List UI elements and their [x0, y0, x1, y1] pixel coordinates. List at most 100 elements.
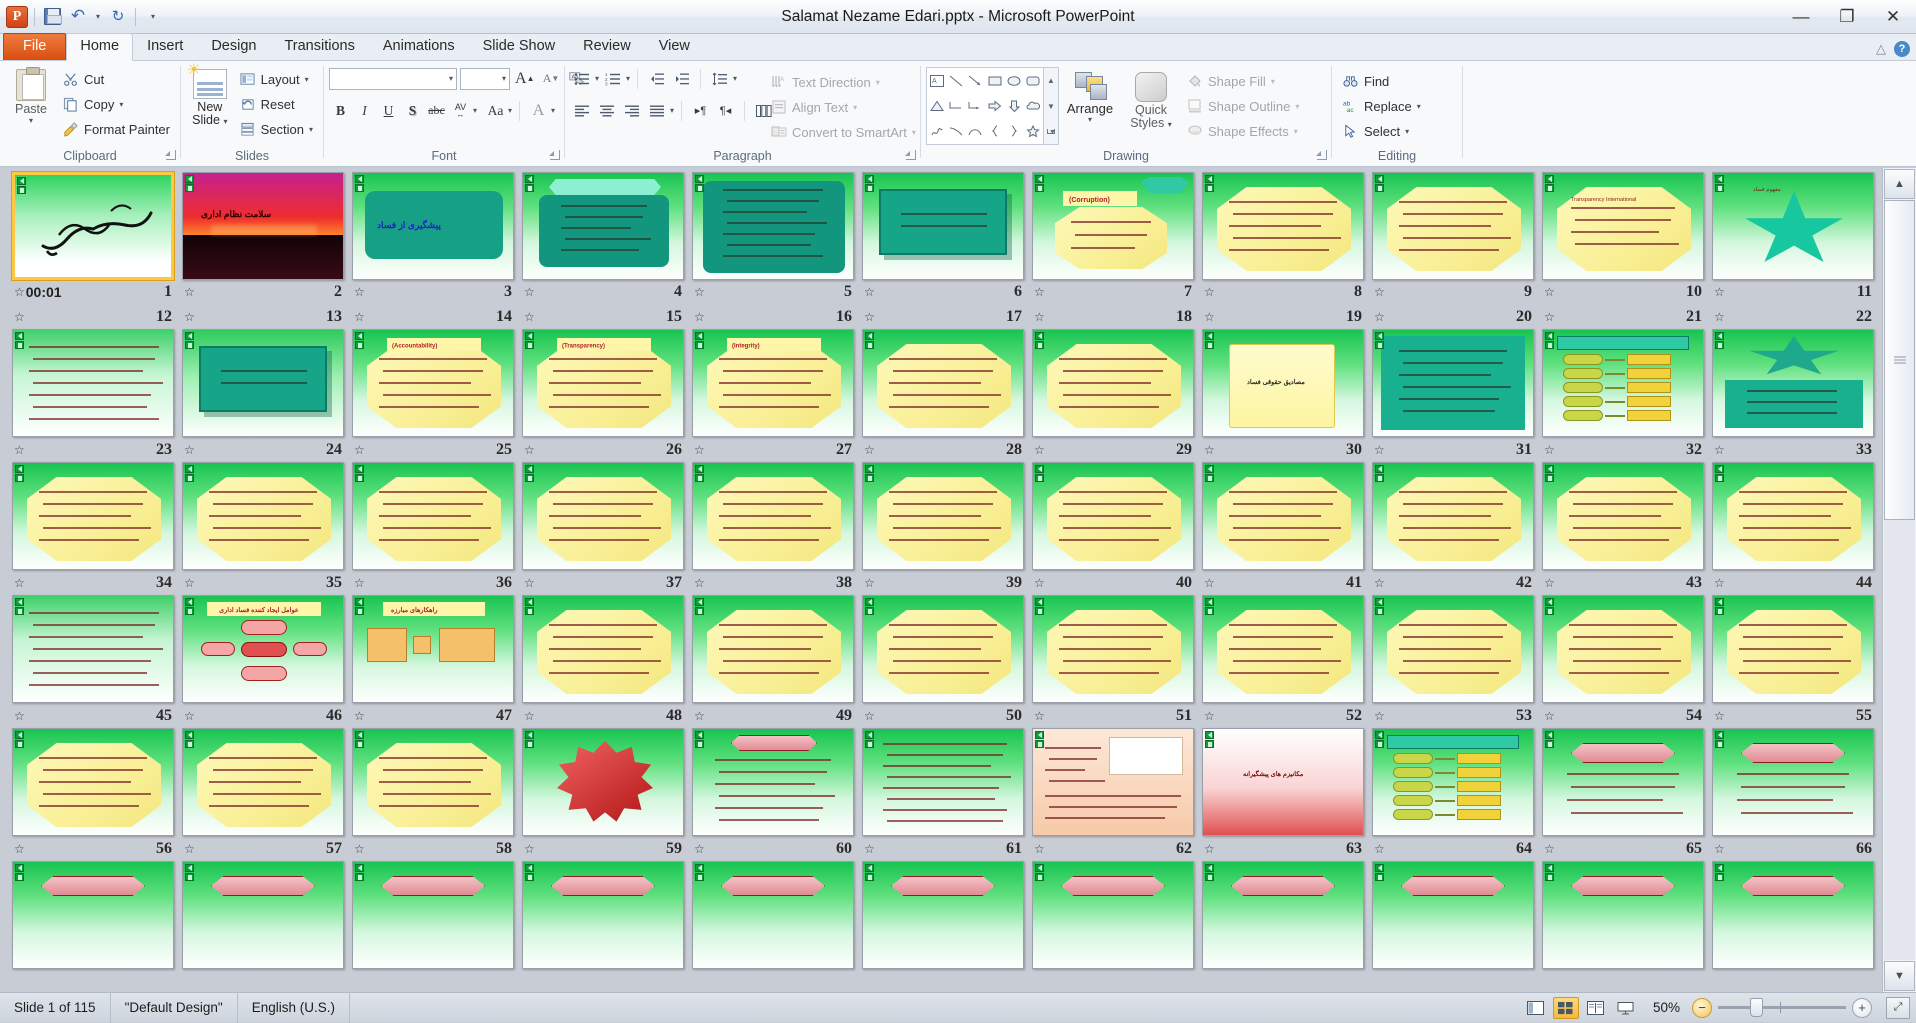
slide-preview[interactable]: مكانیزم های پیشگیرانه [1202, 728, 1364, 836]
slide-preview[interactable] [1712, 728, 1874, 836]
replace-caret-icon[interactable]: ▾ [1417, 102, 1421, 111]
animation-indicator-icon[interactable]: ☆ [14, 310, 24, 324]
transition-badge-icon[interactable] [865, 731, 874, 739]
animation-indicator-icon[interactable]: ☆ [354, 443, 364, 457]
animation-badge-icon[interactable] [185, 184, 194, 192]
slide-preview[interactable] [182, 462, 344, 570]
shape-down-arrow-icon[interactable] [1004, 93, 1023, 118]
animation-indicator-icon[interactable]: ☆ [1544, 310, 1554, 324]
transition-badge-icon[interactable] [355, 465, 364, 473]
vertical-scrollbar[interactable]: ▲ ▼ [1882, 168, 1916, 992]
strikethrough-button[interactable]: abc [425, 99, 448, 122]
undo-icon[interactable]: ↶ [66, 5, 90, 29]
gallery-scroll-up-icon[interactable]: ▲ [1044, 68, 1058, 93]
slide-thumbnail-48[interactable]: ☆48 [518, 704, 688, 837]
justify-caret-icon[interactable]: ▾ [670, 106, 674, 115]
transition-badge-icon[interactable] [1375, 598, 1384, 606]
slide-thumbnail-6[interactable]: ☆6 [858, 172, 1028, 305]
minimize-ribbon-icon[interactable]: △ [1876, 41, 1886, 57]
animation-indicator-icon[interactable]: ☆ [694, 576, 704, 590]
animation-badge-icon[interactable] [1035, 184, 1044, 192]
slide-thumbnail-4[interactable]: ☆4 [518, 172, 688, 305]
ribbon[interactable]: Paste ▾ Cut Copy ▾ [0, 61, 1916, 167]
slide-preview[interactable] [692, 462, 854, 570]
slide-preview[interactable] [692, 172, 854, 280]
slide-thumbnail-41[interactable]: ☆41 [1198, 571, 1368, 704]
transition-badge-icon[interactable] [1545, 465, 1554, 473]
animation-badge-icon[interactable] [1205, 474, 1214, 482]
slide-grid[interactable]: ☆00:011سلامت نظام اداری☆2پیشگیری از فساد… [0, 168, 1882, 992]
transition-badge-icon[interactable] [185, 731, 194, 739]
transition-badge-icon[interactable] [185, 175, 194, 183]
transition-badge-icon[interactable] [695, 175, 704, 183]
animation-indicator-icon[interactable]: ☆ [1714, 709, 1724, 723]
copy-caret-icon[interactable]: ▾ [119, 100, 123, 109]
slide-sorter-pane[interactable]: ☆00:011سلامت نظام اداری☆2پیشگیری از فساد… [0, 168, 1916, 992]
slide-thumbnail-52[interactable]: ☆52مكانیزم های پیشگیرانه [1198, 704, 1368, 837]
animation-indicator-icon[interactable]: ☆ [1544, 842, 1554, 856]
character-spacing-button[interactable]: AV↔ [449, 99, 472, 122]
window-controls[interactable]: — ❐ ✕ [1778, 0, 1916, 34]
animation-badge-icon[interactable] [865, 740, 874, 748]
animation-badge-icon[interactable] [695, 740, 704, 748]
slide-thumbnail-2[interactable]: سلامت نظام اداری☆2 [178, 172, 348, 305]
animation-indicator-icon[interactable]: ☆ [184, 709, 194, 723]
animation-indicator-icon[interactable]: ☆ [864, 709, 874, 723]
slide-preview[interactable] [1032, 329, 1194, 437]
slide-preview[interactable] [1542, 462, 1704, 570]
zoom-level-label[interactable]: 50% [1641, 1000, 1692, 1015]
line-spacing-button[interactable] [708, 67, 731, 90]
animation-badge-icon[interactable] [1375, 607, 1384, 615]
animation-indicator-icon[interactable]: ☆ [1204, 310, 1214, 324]
new-slide-caret-icon[interactable]: ▾ [223, 117, 227, 126]
animation-indicator-icon[interactable]: ☆ [184, 285, 194, 299]
animation-indicator-icon[interactable]: ☆ [1034, 285, 1044, 299]
transition-badge-icon[interactable] [1715, 864, 1724, 872]
paste-button[interactable]: Paste ▾ [5, 64, 57, 125]
animation-badge-icon[interactable] [525, 474, 534, 482]
slide-preview[interactable] [1712, 595, 1874, 703]
slide-thumbnail-5[interactable]: ☆5 [688, 172, 858, 305]
animation-badge-icon[interactable] [1035, 607, 1044, 615]
slide-thumbnail-7[interactable]: (Corruption)☆7 [1028, 172, 1198, 305]
font-dialog-launcher[interactable] [550, 150, 560, 160]
animation-badge-icon[interactable] [1545, 474, 1554, 482]
slide-thumbnail-50[interactable]: ☆50 [858, 704, 1028, 837]
transition-badge-icon[interactable] [355, 332, 364, 340]
animation-badge-icon[interactable] [865, 873, 874, 881]
shape-elbow-arrow-icon[interactable] [966, 93, 985, 118]
animation-badge-icon[interactable] [865, 474, 874, 482]
slide-thumbnail-40[interactable]: ☆40 [1028, 571, 1198, 704]
language-status[interactable]: English (U.S.) [238, 993, 350, 1023]
gallery-more-icon[interactable]: ▼ [1044, 119, 1058, 144]
scrollbar-thumb[interactable] [1884, 200, 1915, 520]
slide-preview[interactable] [1372, 728, 1534, 836]
slide-preview[interactable] [862, 728, 1024, 836]
bullets-caret-icon[interactable]: ▾ [595, 74, 599, 83]
animation-indicator-icon[interactable]: ☆ [184, 576, 194, 590]
animation-badge-icon[interactable] [1375, 341, 1384, 349]
tab-animations[interactable]: Animations [369, 33, 469, 60]
animation-indicator-icon[interactable]: ☆ [1034, 576, 1044, 590]
slide-thumbnail-60[interactable]: ☆60 [688, 837, 858, 970]
italic-button[interactable]: I [353, 99, 376, 122]
slide-thumbnail-65[interactable]: ☆65 [1538, 837, 1708, 970]
slide-thumbnail-47[interactable]: ☆47 [348, 704, 518, 837]
status-bar[interactable]: Slide 1 of 115 "Default Design" English … [0, 992, 1916, 1022]
slide-thumbnail-35[interactable]: ☆35عوامل ایجاد كننده فساد اداری [178, 571, 348, 704]
transition-badge-icon[interactable] [1205, 864, 1214, 872]
animation-badge-icon[interactable] [355, 474, 364, 482]
zoom-slider[interactable]: − + [1692, 998, 1880, 1018]
animation-indicator-icon[interactable]: ☆ [1544, 285, 1554, 299]
slide-preview[interactable] [12, 595, 174, 703]
animation-badge-icon[interactable] [1715, 474, 1724, 482]
animation-indicator-icon[interactable]: ☆ [1204, 576, 1214, 590]
transition-badge-icon[interactable] [355, 864, 364, 872]
text-direction-button[interactable]: A Text Direction ▾ [765, 70, 915, 94]
animation-badge-icon[interactable] [185, 873, 194, 881]
slide-thumbnail-63[interactable]: ☆63 [1198, 837, 1368, 970]
transition-badge-icon[interactable] [525, 465, 534, 473]
animation-badge-icon[interactable] [1375, 184, 1384, 192]
transition-badge-icon[interactable] [525, 731, 534, 739]
reset-button[interactable]: Reset [234, 92, 318, 116]
